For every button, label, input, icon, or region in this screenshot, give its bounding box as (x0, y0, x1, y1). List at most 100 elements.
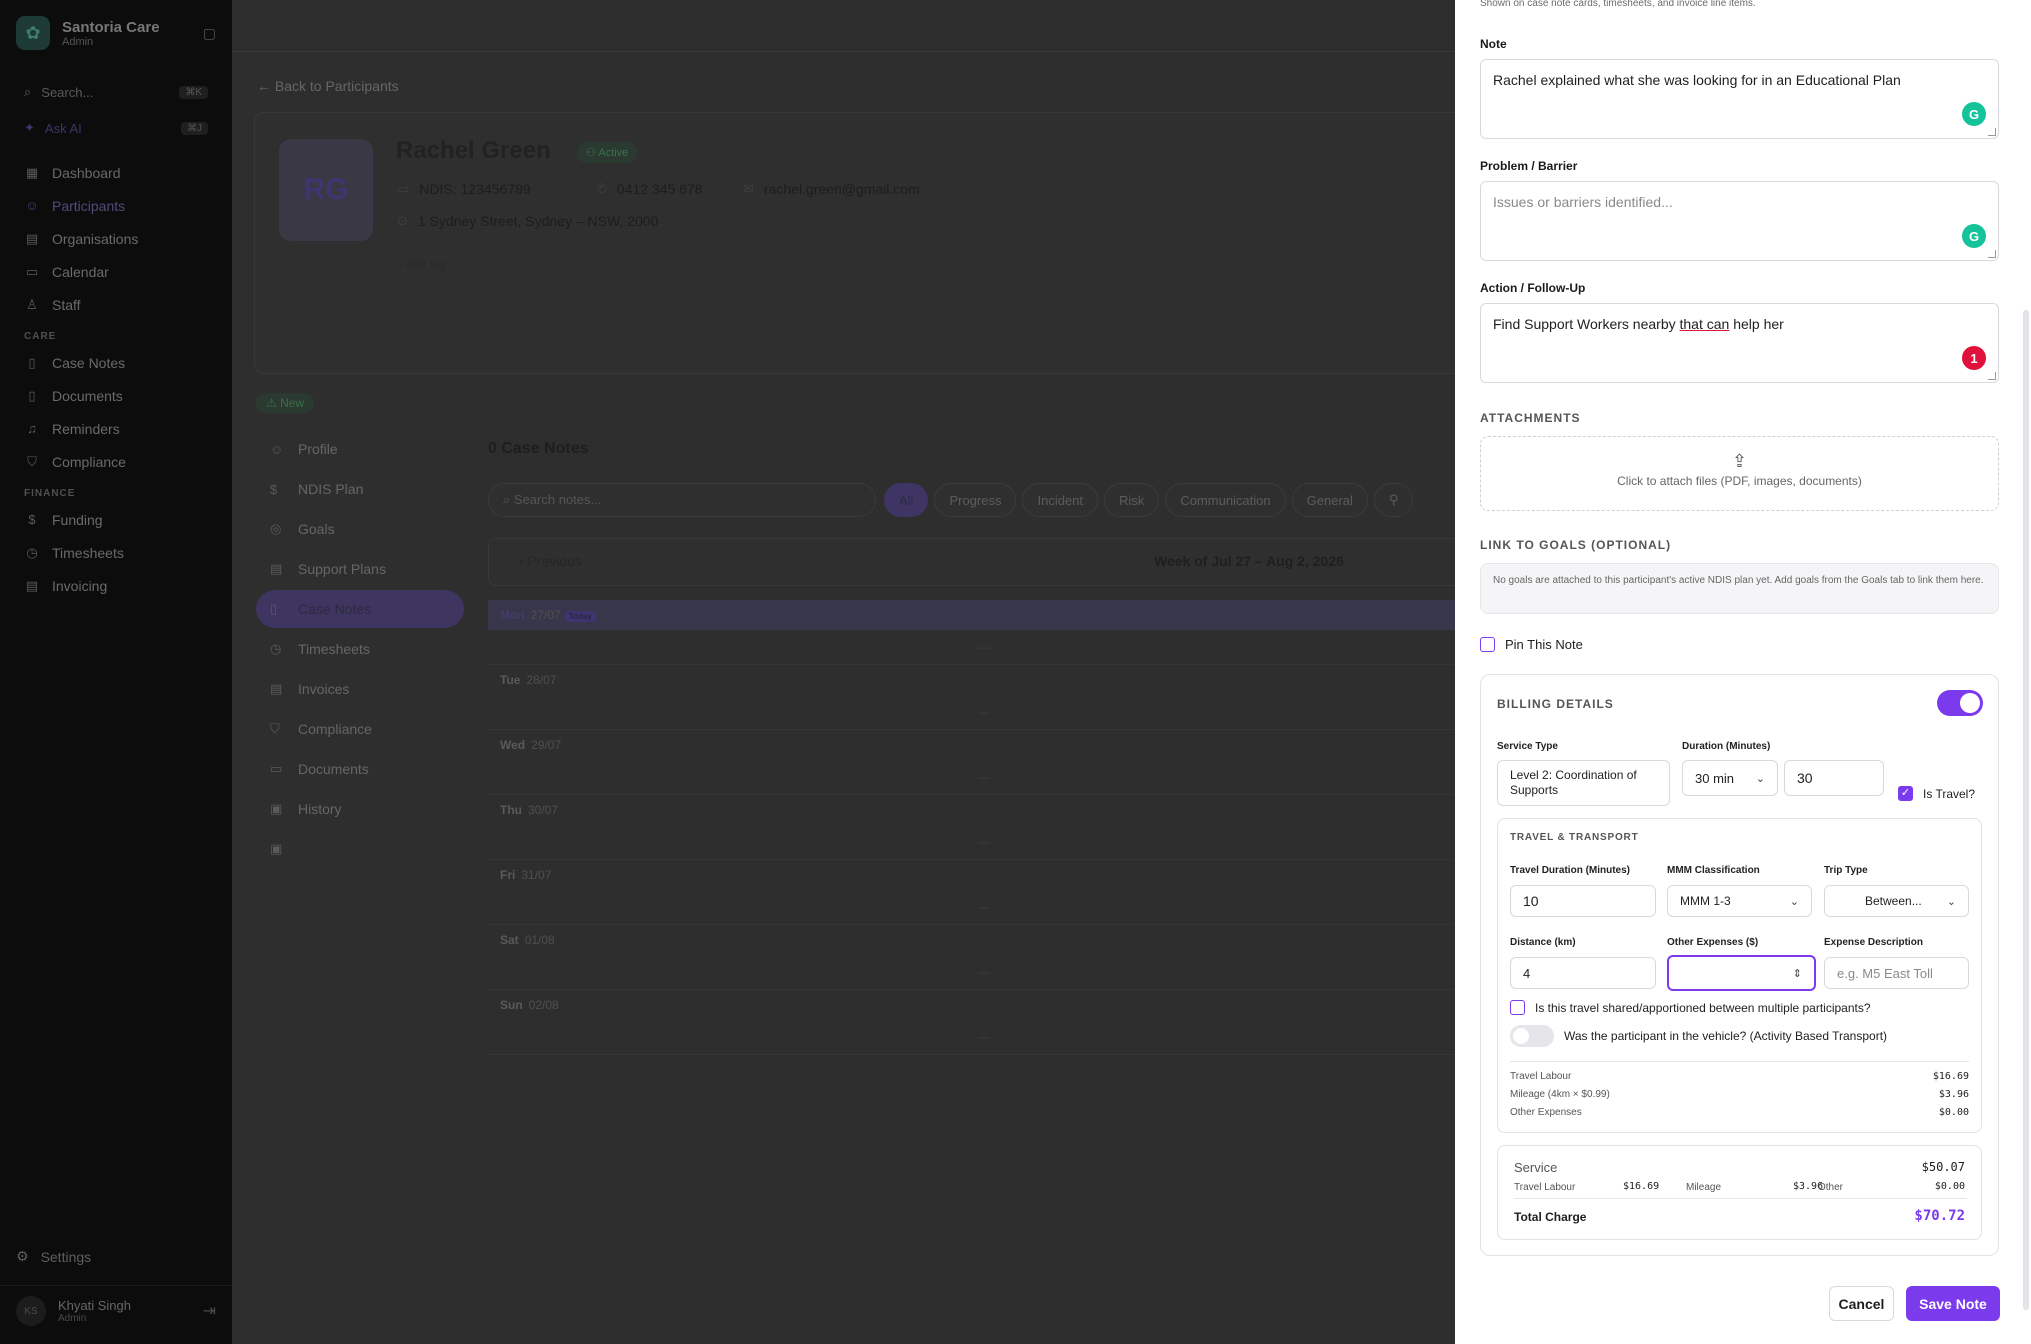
sidebar-item-calendar[interactable]: ▭ Calendar (0, 255, 232, 288)
file-icon: ▯ (28, 354, 36, 370)
in-vehicle-row[interactable]: Was the participant in the vehicle? (Act… (1510, 1025, 1887, 1047)
resize-handle[interactable] (1988, 128, 1996, 136)
shared-travel-row[interactable]: Is this travel shared/apportioned betwee… (1510, 1000, 1871, 1015)
tab-history[interactable]: ▣ History (256, 790, 464, 828)
sidebar-search[interactable]: ⌕ Search... ⌘K (16, 76, 216, 108)
in-vehicle-toggle[interactable] (1510, 1025, 1554, 1047)
attach-files-dropzone[interactable]: ⇪ Click to attach files (PDF, images, do… (1480, 436, 1999, 511)
note-textarea[interactable]: Rachel explained what she was looking fo… (1480, 59, 1999, 139)
duration-select[interactable]: 30 min ⌄ (1682, 760, 1778, 796)
filter-all[interactable]: All (884, 483, 929, 517)
sidebar-item-organisations[interactable]: ▤ Organisations (0, 222, 232, 255)
grammarly-icon[interactable]: G (1962, 224, 1986, 248)
back-to-participants-link[interactable]: ← Back to Participants (257, 78, 399, 94)
is-travel-checkbox[interactable]: ✓ (1898, 786, 1913, 801)
service-type-select[interactable]: Level 2: Coordination of Supports (1497, 760, 1670, 806)
expense-description-input[interactable]: e.g. M5 East Toll (1824, 957, 1969, 989)
empty-dash: — (978, 835, 990, 849)
tab-goals[interactable]: ◎ Goals (256, 510, 464, 548)
tab-profile[interactable]: ☺ Profile (256, 430, 464, 468)
line-value: $0.00 (1938, 1107, 1969, 1118)
resize-handle[interactable] (1988, 372, 1996, 380)
sidebar-item-case-notes[interactable]: ▯ Case Notes (0, 346, 232, 379)
sidebar-item-reminders[interactable]: ♫ Reminders (0, 412, 232, 445)
tab-case-notes[interactable]: ▯ Case Notes (256, 590, 464, 628)
participant-name: Rachel Green (396, 137, 551, 164)
mmm-select[interactable]: MMM 1-3 ⌄ (1667, 885, 1812, 917)
user-profile[interactable]: KS Khyati Singh Admin ⇥ (0, 1285, 232, 1344)
filter-progress[interactable]: Progress (934, 483, 1017, 517)
address: ⊙ 1 Sydney Street, Sydney – NSW, 2000 (397, 213, 658, 229)
shield-icon: ⛉ (27, 453, 37, 469)
day-name: Thu (500, 803, 522, 817)
tab-label: History (298, 801, 342, 817)
sidebar-item-staff[interactable]: ♙ Staff (0, 288, 232, 321)
is-travel-label: Is Travel? (1923, 786, 1976, 801)
tab-ndis-plan[interactable]: $ NDIS Plan (256, 470, 464, 508)
file-icon: ▯ (28, 387, 36, 403)
sidebar-item-funding[interactable]: $ Funding (0, 503, 232, 536)
brand: ✿ Santoria Care Admin ▢ (0, 0, 232, 66)
day-name: Fri (500, 868, 516, 882)
action-textarea[interactable]: Find Support Workers nearby that can hel… (1480, 303, 1999, 383)
pin-note-checkbox[interactable] (1480, 637, 1495, 652)
sidebar-item-participants[interactable]: ☺ Participants (0, 189, 232, 222)
pin-filter-icon[interactable]: ⚲ (1373, 483, 1414, 517)
sidebar-item-compliance[interactable]: ⛉ Compliance (0, 445, 232, 478)
travel-duration-input[interactable]: 10 (1510, 885, 1656, 917)
tab-extra[interactable]: ▣ (256, 830, 464, 868)
action-label: Action / Follow-Up (1480, 281, 1586, 295)
sidebar-item-timesheets[interactable]: ◷ Timesheets (0, 536, 232, 569)
tab-support-plans[interactable]: ▤ Support Plans (256, 550, 464, 588)
filter-general[interactable]: General (1291, 483, 1368, 517)
summary-other-value: $0.00 (1934, 1181, 1965, 1192)
line-label: Mileage (4km × $0.99) (1510, 1089, 1610, 1100)
day-date: 29/07 (531, 738, 562, 752)
filter-risk[interactable]: Risk (1104, 483, 1160, 517)
user-name: Khyati Singh (58, 1298, 131, 1313)
sidebar-item-label: Timesheets (52, 544, 124, 561)
trip-type-label: Trip Type (1824, 865, 1868, 876)
drawer-scrollbar[interactable] (2023, 310, 2029, 1310)
stepper-icon[interactable]: ⇕ (1793, 967, 1802, 980)
is-travel-row[interactable]: ✓ Is Travel? (1898, 786, 1975, 801)
sidebar-item-settings[interactable]: ⚙ Settings (0, 1240, 232, 1273)
participant-profile-card: RG Rachel Green ⚇ Active ▭ NDIS: 12345678… (254, 112, 1494, 374)
previous-week-button[interactable]: ‹ Previous (519, 553, 582, 569)
filter-communication[interactable]: Communication (1165, 483, 1286, 517)
sidebar-item-dashboard[interactable]: ▦ Dashboard (0, 156, 232, 189)
sidebar-collapse-icon[interactable]: ▢ (203, 25, 216, 42)
cancel-button-visible[interactable]: Cancel (1829, 1286, 1894, 1321)
add-tag-button[interactable]: + Add Tag (397, 259, 446, 271)
empty-dash: — (978, 900, 990, 914)
sidebar-item-invoicing[interactable]: ▤ Invoicing (0, 569, 232, 602)
pin-note-row[interactable]: Pin This Note (1480, 637, 1583, 652)
ask-ai-button[interactable]: ✦ Ask AI ⌘J (16, 112, 216, 144)
phone-icon: ✆ (596, 181, 607, 196)
trip-type-select[interactable]: Between... ⌄ (1824, 885, 1969, 917)
shared-travel-checkbox[interactable] (1510, 1000, 1525, 1015)
tab-timesheets[interactable]: ◷ Timesheets (256, 630, 464, 668)
other-expenses-input[interactable]: ⇕ (1667, 955, 1816, 991)
billing-toggle[interactable] (1937, 690, 1983, 716)
day-row: Wed 29/07 — (488, 730, 1488, 795)
tab-compliance[interactable]: ⛉ Compliance (256, 710, 464, 748)
filter-incident[interactable]: Incident (1022, 483, 1099, 517)
day-name: Tue (500, 673, 521, 687)
distance-input[interactable]: 4 (1510, 957, 1656, 989)
sidebar-item-documents[interactable]: ▯ Documents (0, 379, 232, 412)
participant-tabs: ☺ Profile $ NDIS Plan ◎ Goals ▤ Support Plan… (256, 430, 464, 870)
duration-input[interactable]: 30 (1784, 760, 1884, 796)
problem-textarea[interactable]: Issues or barriers identified... G (1480, 181, 1999, 261)
staff-icon: ♙ (26, 296, 38, 312)
tab-documents[interactable]: ▭ Documents (256, 750, 464, 788)
resize-handle[interactable] (1988, 250, 1996, 258)
grammarly-icon[interactable]: G (1962, 102, 1986, 126)
email: ✉ rachel.green@gmail.com (743, 181, 920, 197)
logout-icon[interactable]: ⇥ (203, 1301, 216, 1321)
tab-invoices[interactable]: ▤ Invoices (256, 670, 464, 708)
grammarly-alert-icon[interactable]: 1 (1962, 346, 1986, 370)
travel-duration-label: Travel Duration (Minutes) (1510, 865, 1631, 876)
save-note-button[interactable]: Save Note (1906, 1286, 2000, 1321)
search-notes-input[interactable]: ⌕ Search notes... (488, 483, 876, 517)
